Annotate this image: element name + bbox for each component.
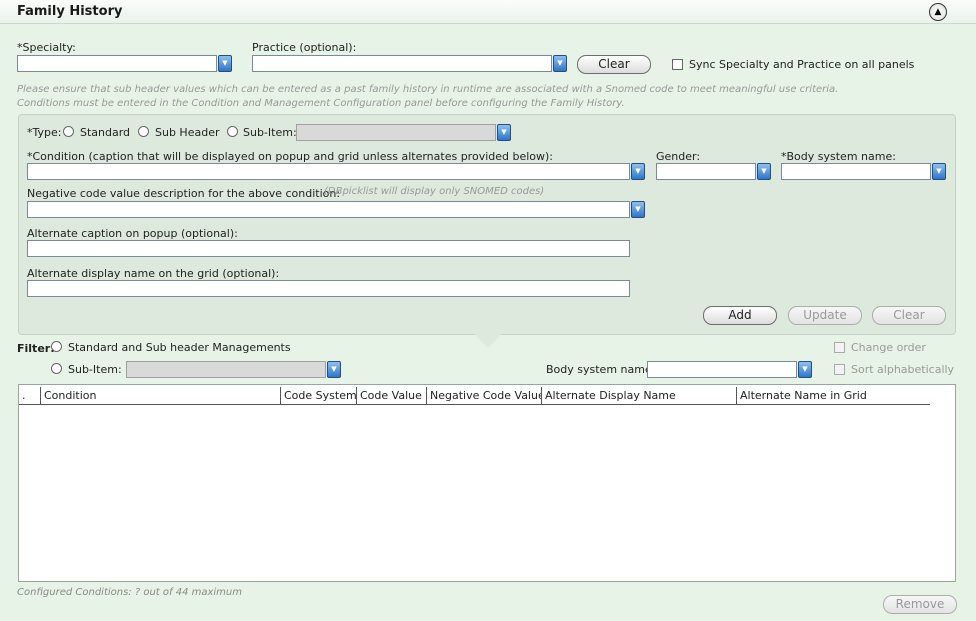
change-order-checkbox[interactable]	[834, 342, 845, 353]
negative-label: Negative code value description for the …	[27, 187, 341, 200]
condition-label: *Condition (caption that will be display…	[27, 150, 554, 163]
sort-alpha-label: Sort alphabetically	[851, 363, 955, 376]
practice-label: Practice (optional):	[252, 41, 357, 54]
sync-checkbox[interactable]	[672, 59, 683, 70]
filter-label: Filter:	[17, 342, 55, 355]
remove-button[interactable]: Remove	[883, 595, 957, 614]
collapse-up-icon[interactable]: ▲	[929, 3, 947, 21]
body-system-dropdown-icon[interactable]: ▼	[932, 163, 946, 180]
grid-col-alt-display-name[interactable]: Alternate Display Name	[542, 387, 737, 405]
body-system-label: *Body system name:	[781, 150, 896, 163]
grid-col-alt-name-grid[interactable]: Alternate Name in Grid	[737, 387, 930, 405]
gender-label: Gender:	[656, 150, 701, 163]
grid-col-code-system[interactable]: Code System	[281, 387, 357, 405]
gender-select[interactable]	[656, 163, 756, 180]
change-order-label: Change order	[851, 341, 926, 354]
filter-standard-label: Standard and Sub header Managements	[68, 341, 291, 354]
grid-col-select[interactable]: .	[19, 387, 41, 405]
type-subitem-dropdown-icon[interactable]: ▼	[497, 124, 511, 141]
form-clear-button[interactable]: Clear	[872, 306, 946, 325]
add-button[interactable]: Add	[703, 306, 777, 325]
alt-caption-label: Alternate caption on popup (optional):	[27, 227, 238, 240]
configured-count: Configured Conditions: ? out of 44 maxim…	[17, 587, 242, 598]
filter-standard-radio[interactable]	[51, 341, 62, 352]
filter-subitem-radio[interactable]	[51, 363, 62, 374]
conditions-grid: . Condition Code System Code Value Negat…	[18, 384, 956, 582]
top-clear-button[interactable]: Clear	[577, 55, 651, 74]
gender-dropdown-icon[interactable]: ▼	[757, 163, 771, 180]
type-subitem-radio[interactable]	[227, 126, 238, 137]
type-subitem-label: Sub-Item:	[243, 126, 297, 139]
filter-body-system-dropdown-icon[interactable]: ▼	[798, 361, 812, 378]
type-label: *Type:	[27, 126, 62, 139]
specialty-dropdown-icon[interactable]: ▼	[218, 55, 232, 72]
update-button[interactable]: Update	[788, 306, 862, 325]
panel-title: Family History	[17, 4, 123, 19]
filter-subitem-label: Sub-Item:	[68, 363, 122, 376]
grid-col-condition[interactable]: Condition	[41, 387, 281, 405]
condition-select[interactable]	[27, 163, 630, 180]
body-system-select[interactable]	[781, 163, 931, 180]
type-subheader-radio[interactable]	[138, 126, 149, 137]
practice-dropdown-icon[interactable]: ▼	[553, 55, 567, 72]
type-subheader-label: Sub Header	[155, 126, 220, 139]
note-line-1: Please ensure that sub header values whi…	[17, 84, 839, 95]
panel-header	[0, 0, 976, 24]
filter-subitem-dropdown-icon[interactable]: ▼	[327, 361, 341, 378]
type-standard-label: Standard	[80, 126, 131, 139]
alt-display-label: Alternate display name on the grid (opti…	[27, 267, 280, 280]
panel-notch	[474, 334, 502, 348]
condition-dropdown-icon[interactable]: ▼	[631, 163, 645, 180]
sort-alpha-checkbox[interactable]	[834, 364, 845, 375]
specialty-select[interactable]	[17, 55, 217, 72]
specialty-label: *Specialty:	[17, 41, 76, 54]
negative-dropdown-icon[interactable]: ▼	[631, 201, 645, 218]
grid-col-code-value[interactable]: Code Value	[357, 387, 427, 405]
alt-caption-input[interactable]	[27, 240, 630, 257]
type-standard-radio[interactable]	[63, 126, 74, 137]
grid-col-negative-code-value[interactable]: Negative Code Value	[427, 387, 542, 405]
alt-display-input[interactable]	[27, 280, 630, 297]
negative-hint: (DBpicklist will display only SNOMED cod…	[324, 186, 545, 197]
filter-subitem-select[interactable]	[126, 361, 326, 378]
note-line-2: Conditions must be entered in the Condit…	[17, 98, 625, 109]
practice-select[interactable]	[252, 55, 552, 72]
grid-header: . Condition Code System Code Value Negat…	[19, 387, 930, 405]
filter-body-system-select[interactable]	[647, 361, 797, 378]
type-subitem-select[interactable]	[296, 124, 496, 141]
filter-body-system-label: Body system name:	[546, 363, 656, 376]
condition-form-panel	[18, 114, 956, 335]
sync-label: Sync Specialty and Practice on all panel…	[689, 58, 915, 71]
negative-select[interactable]	[27, 201, 630, 218]
